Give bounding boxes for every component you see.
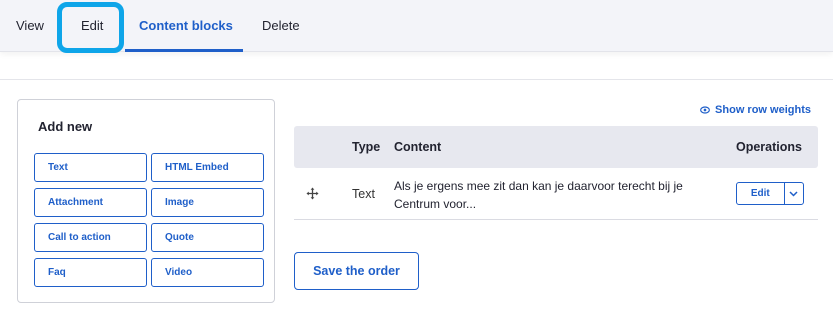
tab-view[interactable]: View (16, 0, 44, 52)
active-tab-indicator (125, 49, 243, 52)
show-row-weights-label: Show row weights (715, 104, 811, 116)
eye-icon (700, 106, 710, 114)
tab-delete[interactable]: Delete (262, 0, 300, 52)
show-row-weights-link[interactable]: Show row weights (700, 104, 811, 116)
local-tabs: View Edit Content blocks Delete (0, 0, 833, 53)
chevron-down-icon (789, 190, 798, 197)
edit-button[interactable]: Edit (737, 183, 784, 204)
add-image-block-button[interactable]: Image (151, 188, 264, 217)
add-attachment-block-button[interactable]: Attachment (34, 188, 147, 217)
table-row: Text Als je ergens mee zit dan kan je da… (294, 168, 818, 220)
operations-toggle[interactable] (783, 183, 803, 204)
column-header-operations: Operations (736, 140, 802, 154)
add-new-panel: Add new Text HTML Embed Attachment Image… (17, 99, 275, 303)
tab-content-blocks[interactable]: Content blocks (139, 0, 233, 52)
row-content: Als je ergens mee zit dan kan je daarvoo… (394, 179, 683, 211)
focus-highlight (57, 2, 124, 53)
add-faq-block-button[interactable]: Faq (34, 258, 147, 287)
operations-dropbutton: Edit (736, 182, 804, 205)
section-divider (0, 79, 833, 80)
row-type: Text (352, 187, 375, 201)
add-quote-block-button[interactable]: Quote (151, 223, 264, 252)
move-arrows-icon[interactable] (306, 187, 319, 200)
add-html-embed-block-button[interactable]: HTML Embed (151, 153, 264, 182)
save-order-button[interactable]: Save the order (294, 252, 419, 290)
add-text-block-button[interactable]: Text (34, 153, 147, 182)
column-header-type: Type (352, 140, 381, 154)
add-video-block-button[interactable]: Video (151, 258, 264, 287)
add-new-title: Add new (38, 119, 93, 134)
add-call-to-action-block-button[interactable]: Call to action (34, 223, 147, 252)
column-header-content: Content (394, 140, 442, 154)
table-header: Type Content Operations (294, 126, 818, 168)
